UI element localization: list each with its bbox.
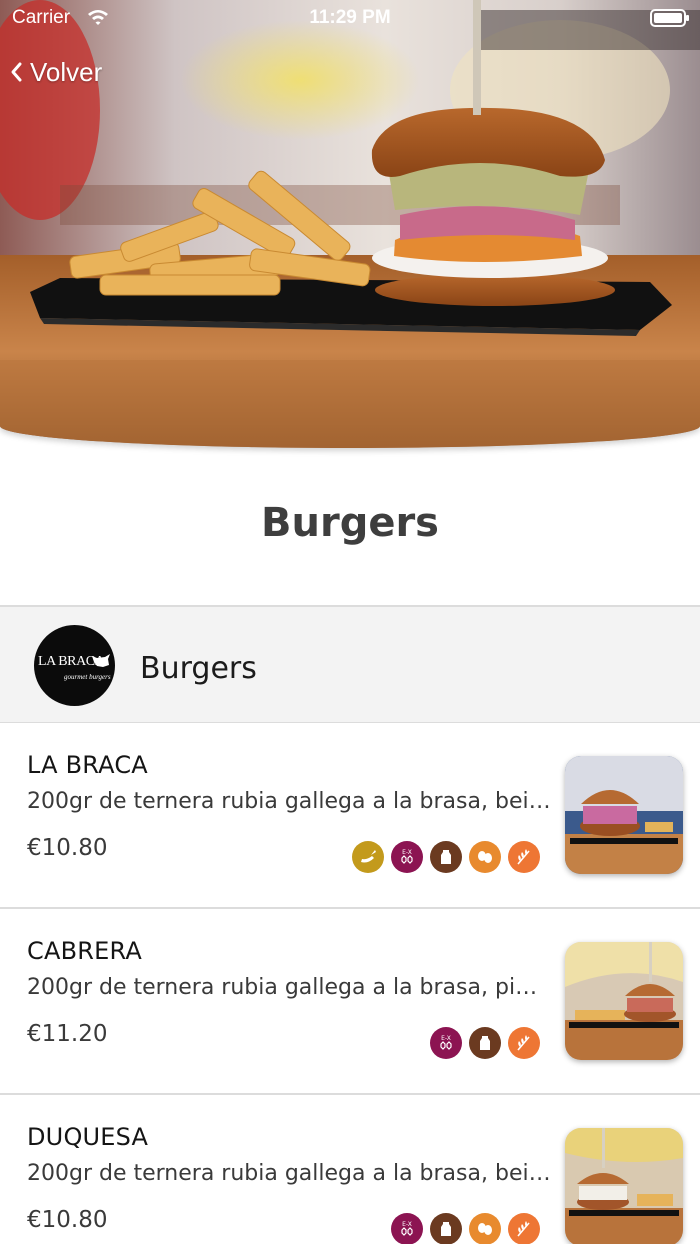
mustard-icon xyxy=(352,841,384,873)
allergen-list: E-X xyxy=(391,1213,540,1244)
section-title: Burgers xyxy=(140,651,257,686)
nuts-icon xyxy=(469,1213,501,1244)
item-name: LA BRACA xyxy=(27,751,148,779)
allergen-list: E-X xyxy=(430,1027,540,1059)
bull-icon xyxy=(92,654,110,667)
allergen-list: E-X xyxy=(352,841,540,873)
brand-logo: LA BRACA gourmet burgers xyxy=(34,625,115,706)
item-thumbnail xyxy=(565,942,683,1060)
chevron-left-icon xyxy=(11,62,22,82)
status-time: 11:29 PM xyxy=(309,7,391,28)
sulphites-icon: E-X xyxy=(430,1027,462,1059)
gluten-icon xyxy=(508,1213,540,1244)
milk-icon xyxy=(430,841,462,873)
item-description: 200gr de ternera rubia gallega a la bras… xyxy=(27,1161,552,1186)
svg-text:E-X: E-X xyxy=(441,1035,451,1042)
sulphites-icon: E-X xyxy=(391,841,423,873)
svg-text:E-X: E-X xyxy=(402,1221,412,1228)
item-thumbnail xyxy=(565,1128,683,1244)
gluten-icon xyxy=(508,841,540,873)
hero-image: Carrier 11:29 PM Volver xyxy=(0,0,700,448)
logo-subtext: gourmet burgers xyxy=(64,673,111,681)
menu-item[interactable]: CABRERA 200gr de ternera rubia gallega a… xyxy=(0,909,700,1095)
item-name: DUQUESA xyxy=(27,1123,149,1151)
item-price: €11.20 xyxy=(27,1021,108,1047)
item-description: 200gr de ternera rubia gallega a la bras… xyxy=(27,789,552,814)
item-thumbnail xyxy=(565,756,683,874)
nuts-icon xyxy=(469,841,501,873)
milk-icon xyxy=(430,1213,462,1244)
gluten-icon xyxy=(508,1027,540,1059)
menu-item[interactable]: LA BRACA 200gr de ternera rubia gallega … xyxy=(0,723,700,909)
item-price: €10.80 xyxy=(27,1207,108,1233)
battery-icon xyxy=(650,9,689,27)
svg-text:E-X: E-X xyxy=(402,849,412,856)
back-button[interactable]: Volver xyxy=(8,54,102,90)
status-bar: Carrier 11:29 PM xyxy=(0,0,700,36)
item-description: 200gr de ternera rubia gallega a la bras… xyxy=(27,975,552,1000)
page-title: Burgers xyxy=(261,500,439,546)
item-name: CABRERA xyxy=(27,937,143,965)
section-header: LA BRACA gourmet burgers Burgers xyxy=(0,605,700,723)
milk-icon xyxy=(469,1027,501,1059)
menu-item[interactable]: DUQUESA 200gr de ternera rubia gallega a… xyxy=(0,1095,700,1244)
item-price: €10.80 xyxy=(27,835,108,861)
sulphites-icon: E-X xyxy=(391,1213,423,1244)
back-label: Volver xyxy=(30,56,103,87)
